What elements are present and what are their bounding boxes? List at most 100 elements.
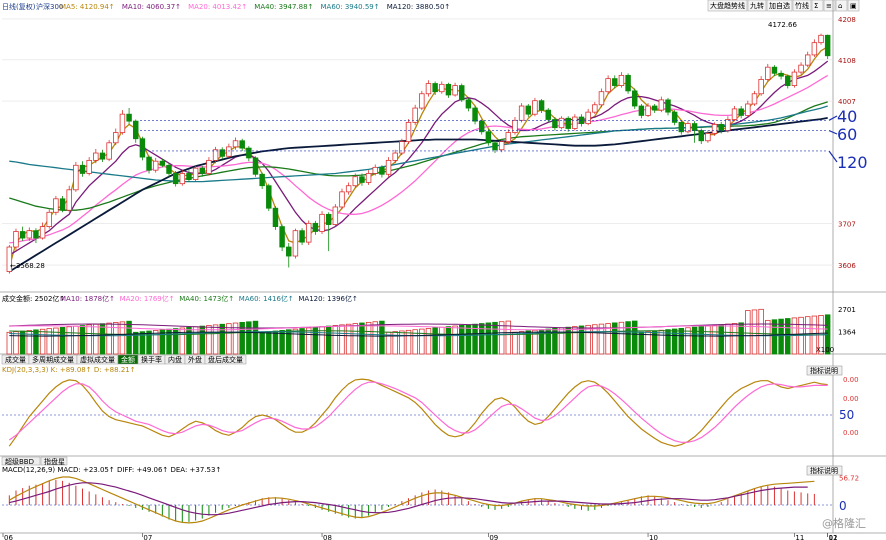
price-tick: 4108	[838, 57, 856, 65]
candle-body	[485, 131, 492, 144]
candle-body	[552, 119, 558, 129]
volume-legend: MA10: 1878亿↑ MA20: 1769亿↑ MA40: 1473亿↑ MA60…	[60, 294, 358, 303]
toolbar-button[interactable]: Σ	[811, 0, 824, 12]
candle-body	[106, 142, 112, 160]
candle-body	[319, 213, 325, 232]
kdj-title: KDJ(20,3,3,3) K: +89.08↑ D: +88.21↑	[2, 366, 136, 374]
candle-body	[824, 34, 831, 57]
volume-bar	[439, 326, 445, 355]
candle-body	[791, 71, 798, 86]
volume-bar	[492, 321, 498, 355]
volume-tab[interactable]: 金额	[117, 354, 139, 365]
toolbar: 大盘趋势线 九转 加自选 竹线 Σ ≡ ⌂ ▣	[707, 0, 860, 12]
candle-body	[272, 207, 279, 227]
candle-body	[79, 164, 86, 174]
candle-body	[13, 231, 19, 248]
price-tick: 3707	[838, 221, 856, 229]
candle-body	[206, 159, 212, 174]
x-tick-label: 08	[323, 534, 332, 540]
volume-bar	[33, 329, 39, 355]
candle-body	[305, 222, 312, 243]
volume-tab[interactable]: 成交量	[1, 354, 30, 365]
volume-tick: 2701	[838, 306, 856, 314]
x-tick-label: 11	[795, 534, 804, 540]
volume-bar	[345, 323, 352, 355]
toolbar-button[interactable]: 九转	[747, 0, 767, 12]
volume-bar	[312, 326, 319, 355]
low-label: ←3568.28	[10, 262, 45, 270]
candle-body	[93, 152, 99, 161]
candle-body	[152, 160, 159, 171]
volume-tab-label: 多周期成交量	[32, 355, 74, 364]
candle-body	[226, 146, 232, 157]
volume-bar	[419, 328, 425, 355]
volume-bar	[658, 329, 665, 355]
candle-body	[359, 176, 365, 183]
volume-bar	[578, 325, 585, 355]
candle-body	[778, 72, 784, 77]
candle-body	[292, 230, 299, 257]
volume-bar	[725, 323, 731, 355]
candle-body	[745, 103, 751, 116]
volume-tab[interactable]: 虚拟成交量	[76, 354, 119, 365]
toolbar-button-label: Σ	[814, 2, 818, 10]
toolbar-button[interactable]: 加自选	[766, 0, 793, 12]
candle-body	[425, 83, 432, 95]
volume-tab[interactable]: 换手率	[137, 354, 166, 365]
candle-body	[365, 173, 372, 183]
macd-tick: 56.72	[839, 475, 859, 483]
candle-body	[252, 157, 259, 175]
ma-legend-item: MA40: 3947.88↑	[254, 3, 313, 11]
macd-tab[interactable]: 指盘星	[40, 456, 68, 466]
toolbar-button[interactable]: ▣	[847, 0, 860, 12]
volume-tab[interactable]: 盘后成交量	[204, 354, 247, 365]
macd-tab-label: 超级BBD	[5, 457, 34, 466]
volume-tab-label: 金额	[121, 355, 135, 364]
price-tick: 3606	[838, 262, 856, 270]
candle-body	[632, 90, 638, 107]
toolbar-button[interactable]: 竹线	[792, 0, 812, 12]
candle-body	[731, 108, 738, 120]
volume-bar	[452, 325, 458, 355]
volume-bar	[372, 321, 378, 355]
candle-body	[166, 164, 172, 174]
candle-body	[139, 138, 146, 158]
candle-body	[392, 152, 398, 161]
candle-body	[19, 231, 26, 239]
volume-bar	[359, 322, 365, 355]
volume-bar	[365, 321, 372, 355]
toolbar-button-label: 竹线	[795, 1, 809, 10]
candle-body	[798, 64, 804, 73]
candle-body	[738, 108, 744, 116]
macd-tab[interactable]: 超级BBD	[1, 456, 41, 466]
high-label: 4172.66	[768, 21, 797, 29]
volume-bar	[272, 330, 279, 355]
volume-bar	[39, 328, 46, 355]
volume-tab[interactable]: 内盘	[164, 354, 186, 365]
volume-legend-item: MA60: 1416亿↑	[239, 294, 294, 303]
volume-bar	[459, 324, 465, 355]
volume-tab[interactable]: 多周期成交量	[28, 354, 78, 365]
candle-body	[405, 121, 412, 142]
volume-tab[interactable]: 外盘	[184, 354, 206, 365]
volume-bar	[512, 331, 518, 355]
macd-help-button[interactable]: 指标说明	[806, 465, 843, 476]
kdj-help-button[interactable]: 指标说明	[806, 365, 843, 376]
candle-body	[459, 85, 465, 101]
volume-bar	[718, 324, 724, 355]
candle-body	[771, 66, 778, 74]
toolbar-button[interactable]: ⌂	[835, 0, 848, 12]
candle-body	[266, 185, 272, 209]
volume-bar	[751, 309, 758, 355]
candle-body	[785, 75, 791, 86]
candle-body	[691, 123, 698, 131]
volume-bar	[731, 323, 738, 355]
candle-body	[339, 191, 345, 208]
toolbar-button[interactable]: 大盘趋势线	[707, 0, 748, 12]
volume-bar	[186, 326, 192, 355]
candle-body	[671, 111, 678, 123]
candle-body	[86, 159, 92, 174]
macd-help-label: 指标说明	[810, 466, 838, 475]
candle-body	[119, 113, 126, 133]
candle-body	[605, 78, 611, 93]
